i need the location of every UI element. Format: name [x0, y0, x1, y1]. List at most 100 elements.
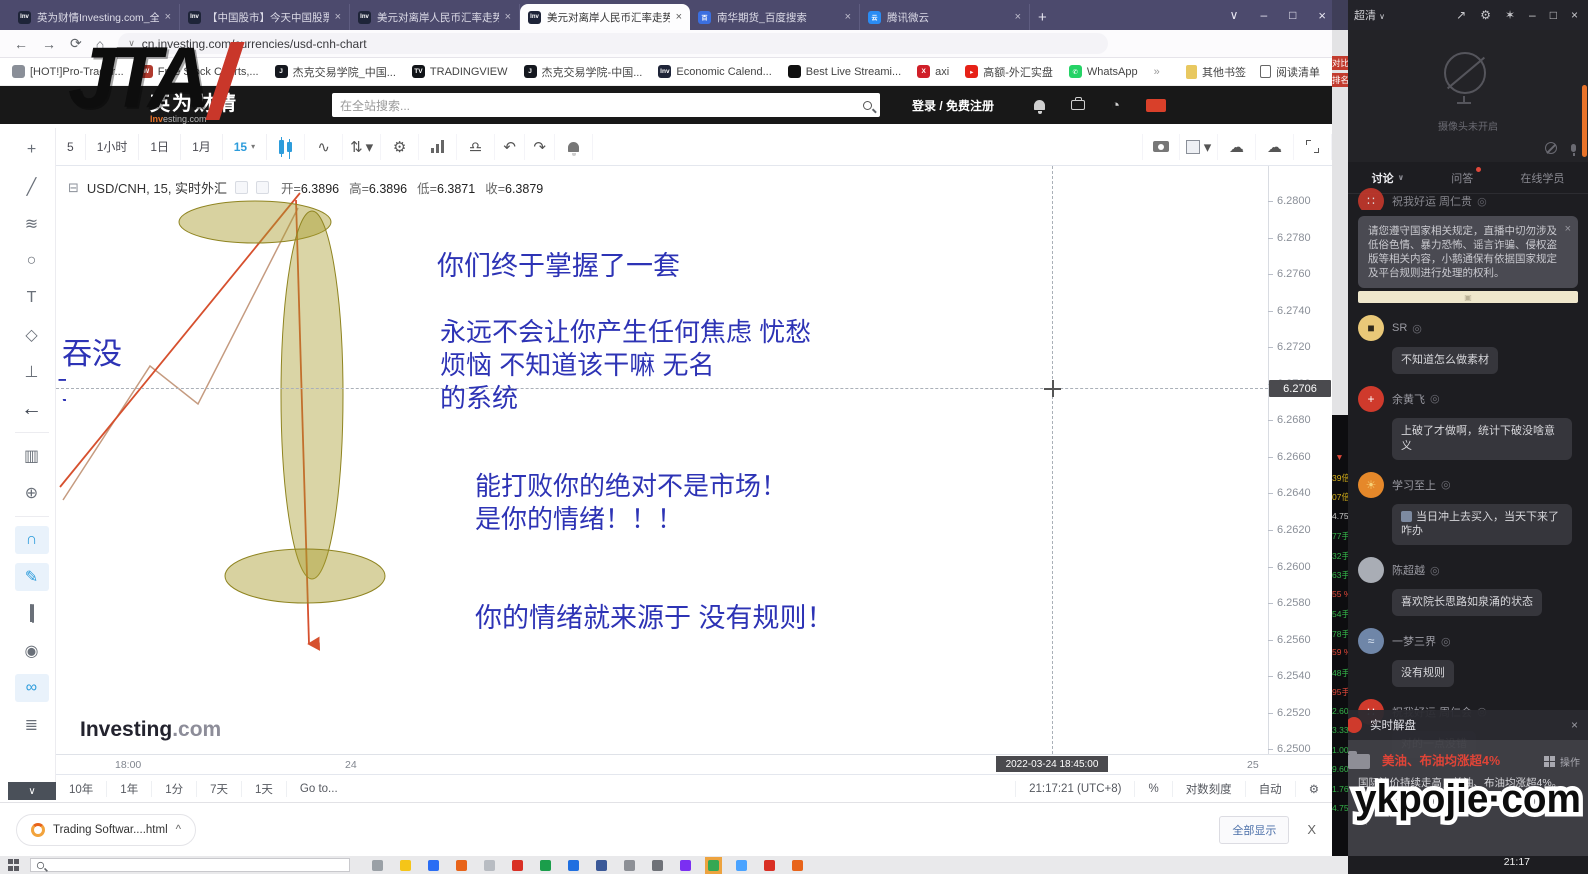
bottom-settings-gear-icon[interactable]: ⚙	[1295, 781, 1332, 797]
trendline-icon[interactable]: ╱	[15, 173, 49, 201]
site-search-input[interactable]: 在全站搜索...	[332, 93, 880, 117]
range-button[interactable]: 1分	[152, 781, 197, 797]
site-logo[interactable]: 英为财情 Investing.com	[150, 87, 320, 124]
minimize-button[interactable]: –	[1260, 8, 1267, 22]
taskbar-app-icon[interactable]	[568, 860, 579, 871]
start-button-icon[interactable]	[8, 859, 20, 871]
back-icon[interactable]: ←	[14, 36, 28, 52]
xabcd-pattern-icon[interactable]: ◇	[15, 321, 49, 349]
browser-tab[interactable]: Inv美元对离岸人民币汇率走势...×	[350, 4, 520, 30]
browser-tab[interactable]: 百南华期货_百度搜索×	[690, 4, 860, 30]
arrow-tool-icon[interactable]: ←	[15, 395, 49, 423]
taskbar-app-icon[interactable]	[792, 860, 803, 871]
download-caret-icon[interactable]: ^	[176, 824, 181, 836]
forecast-tool-icon[interactable]: ⊥	[15, 358, 49, 386]
percent-scale-button[interactable]: %	[1134, 781, 1171, 797]
language-flag-icon[interactable]	[1146, 99, 1166, 112]
measure-icon[interactable]: ▥	[15, 442, 49, 470]
mic-icon[interactable]	[1571, 144, 1576, 152]
taskbar-app-icon[interactable]	[624, 860, 635, 871]
compare-scales-icon[interactable]: ♎	[457, 134, 495, 160]
bookmark-item[interactable]: ✆WhatsApp	[1069, 65, 1138, 78]
interval-button[interactable]: 5	[56, 134, 86, 160]
zoom-in-icon[interactable]: ⊕	[15, 479, 49, 507]
range-button[interactable]: 10年	[56, 781, 107, 797]
crosshair-icon[interactable]: +	[15, 136, 49, 164]
taskbar-app-icon[interactable]	[456, 860, 467, 871]
bookmark-item[interactable]: Xaxi	[917, 65, 949, 78]
tab-close-icon[interactable]: ×	[1015, 11, 1021, 23]
recent-clock-icon[interactable]: ◔	[1111, 98, 1120, 113]
line-style-icon[interactable]: ∿	[305, 134, 343, 160]
bookmark-item[interactable]: ▸高额-外汇实盘	[965, 64, 1053, 80]
browser-tab[interactable]: Inv美元对离岸人民币汇率走势图×	[520, 4, 690, 30]
taskbar-app-icon[interactable]	[652, 860, 663, 871]
bookmarks-overflow-icon[interactable]: »	[1154, 66, 1160, 78]
other-bookmarks[interactable]: 其他书签	[1186, 64, 1246, 80]
popup-header[interactable]: 实时解盘 ×	[1348, 710, 1588, 740]
panel-share-icon[interactable]: ↗	[1456, 8, 1466, 22]
goto-button[interactable]: Go to...	[287, 781, 351, 797]
text-tool-icon[interactable]: T	[15, 284, 49, 312]
indicators-icon[interactable]	[419, 134, 457, 160]
panel-tab-在线学员[interactable]: 在线学员	[1520, 170, 1564, 186]
alert-bell-icon[interactable]	[555, 134, 593, 160]
panel-close-button[interactable]: ×	[1571, 8, 1578, 22]
panel-tab-讨论[interactable]: 讨论∨	[1372, 170, 1405, 186]
portfolio-icon[interactable]	[1071, 100, 1085, 110]
taskbar-app-icon[interactable]	[680, 860, 691, 871]
taskbar-search-input[interactable]	[30, 858, 350, 872]
tab-close-icon[interactable]: ×	[165, 11, 171, 23]
login-link[interactable]: 登录 / 免费注册	[912, 97, 994, 114]
chart-settings-gear-icon[interactable]: ⚙	[381, 134, 419, 160]
range-button[interactable]: 1天	[242, 781, 287, 797]
snapshot-camera-icon[interactable]	[1142, 134, 1180, 160]
undo-icon[interactable]: ↶	[495, 134, 525, 160]
popup-close-icon[interactable]: ×	[1571, 718, 1578, 732]
chart-plot-area[interactable]: ⊟ USD/CNH, 15, 实时外汇 开=6.3896高=6.3896低=6.…	[56, 166, 1268, 754]
magnet-icon[interactable]: ∩	[15, 526, 49, 554]
download-bar-close[interactable]: X	[1307, 822, 1316, 837]
taskbar-app-icon[interactable]	[736, 860, 747, 871]
panel-settings-icon[interactable]: ⚙	[1480, 8, 1491, 22]
show-all-button[interactable]: 全部显示	[1219, 816, 1289, 844]
taskbar-app-icon[interactable]	[428, 860, 439, 871]
tab-close-icon[interactable]: ×	[845, 11, 851, 23]
unlock-icon[interactable]	[15, 600, 49, 628]
active-interval-button[interactable]: 15▾	[223, 134, 267, 160]
notice-close-icon[interactable]: ×	[1565, 222, 1571, 236]
bookmark-item[interactable]: J杰克交易学院_中国...	[275, 64, 396, 80]
log-scale-button[interactable]: 对数刻度	[1172, 781, 1245, 797]
redo-icon[interactable]: ↷	[525, 134, 555, 160]
interval-button[interactable]: 1小时	[86, 134, 140, 160]
bookmark-item[interactable]: WFree Stock Charts,...	[140, 65, 259, 78]
taskbar-app-icon[interactable]	[400, 860, 411, 871]
download-item[interactable]: Trading Softwar....html ^	[16, 814, 196, 846]
clock-label[interactable]: 21:17:21 (UTC+8)	[1015, 781, 1134, 797]
panel-minimize-button[interactable]: –	[1529, 8, 1536, 22]
toolbar-collapse-chevron-icon[interactable]: ∨	[8, 782, 56, 800]
cloud-load-icon[interactable]: ☁	[1218, 134, 1256, 160]
candlestick-style-icon[interactable]	[267, 134, 305, 160]
panel-tab-问答[interactable]: 问答	[1451, 170, 1473, 186]
taskbar-app-icon[interactable]	[540, 860, 551, 871]
panel-restore-button[interactable]: □	[1550, 8, 1557, 22]
auto-scale-button[interactable]: 自动	[1245, 781, 1295, 797]
panel-pin-icon[interactable]: ✶	[1505, 8, 1515, 22]
bookmark-item[interactable]: Best Live Streami...	[788, 65, 901, 78]
url-field[interactable]: ∨ cn.investing.com/currencies/usd-cnh-ch…	[118, 33, 1108, 54]
shapes-icon[interactable]: ○	[15, 247, 49, 275]
bookmark-item[interactable]: J杰克交易学院-中国...	[524, 64, 643, 80]
layout-dropdown-icon[interactable]: ▾	[1204, 138, 1212, 156]
site-info-chevron-icon[interactable]: ∨	[128, 38, 135, 49]
bookmark-item[interactable]: [HOT!]Pro-Trader...	[12, 65, 124, 78]
maximize-button[interactable]: □	[1289, 8, 1296, 22]
home-icon[interactable]: ⌂	[96, 36, 104, 52]
interval-button[interactable]: 1日	[139, 134, 181, 160]
range-button[interactable]: 1年	[107, 781, 152, 797]
draw-lock-icon[interactable]: ✎	[15, 563, 49, 591]
search-icon[interactable]	[863, 101, 872, 110]
layout-select-icon[interactable]: ▾	[1180, 134, 1218, 160]
reading-list[interactable]: 阅读清单	[1260, 64, 1320, 80]
taskbar-app-icon[interactable]	[484, 860, 495, 871]
